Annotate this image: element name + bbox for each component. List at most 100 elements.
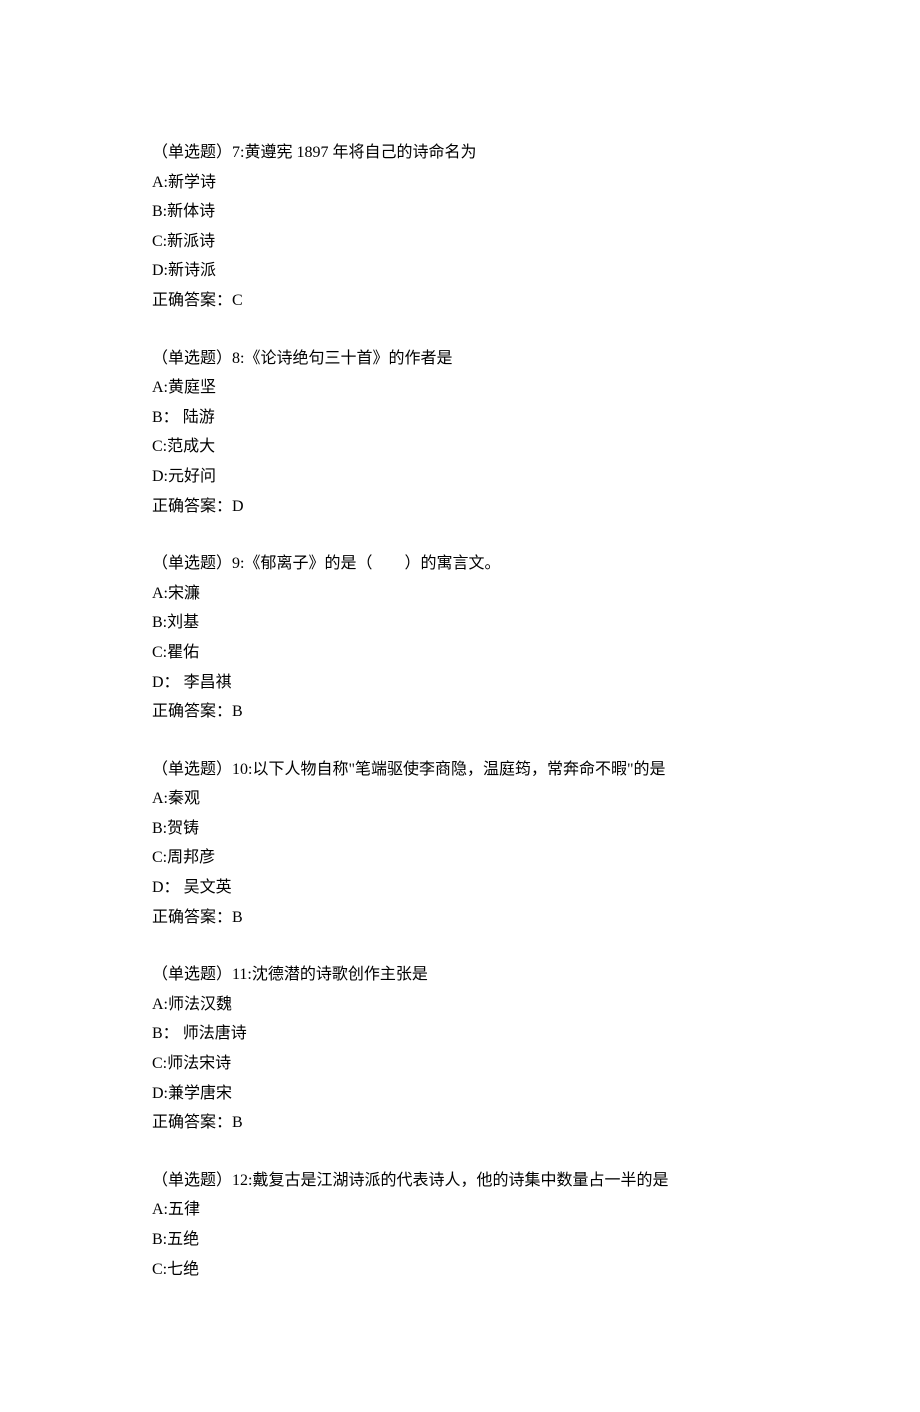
option-label: B：	[152, 1025, 179, 1042]
option-text: 七绝	[167, 1261, 199, 1278]
option-text: 宋濂	[168, 585, 200, 602]
option-text: 五律	[168, 1201, 200, 1218]
option-label: A:	[152, 174, 168, 191]
option-line: B:贺铸	[152, 814, 790, 844]
answer-line: 正确答案：B	[152, 903, 790, 933]
option-label: A:	[152, 1201, 168, 1218]
question-text: 《论诗绝句三十首》的作者是	[244, 350, 452, 367]
answer-line: 正确答案：C	[152, 286, 790, 316]
option-line: A:新学诗	[152, 168, 790, 198]
option-text: 陆游	[179, 409, 215, 426]
option-text: 刘基	[167, 614, 199, 631]
option-line: B:新体诗	[152, 197, 790, 227]
option-text: 师法宋诗	[167, 1055, 231, 1072]
option-line: C:瞿佑	[152, 638, 790, 668]
question-text: 以下人物自称"笔端驱使李商隐，温庭筠，常奔命不暇"的是	[252, 761, 665, 778]
question-prefix: （单选题）7:	[152, 144, 244, 161]
option-text: 元好问	[168, 468, 216, 485]
option-label: D:	[152, 262, 168, 279]
option-line: A:秦观	[152, 784, 790, 814]
question-prefix: （单选题）8:	[152, 350, 244, 367]
question-block: （单选题）11:沈德潜的诗歌创作主张是 A:师法汉魏 B： 师法唐诗 C:师法宋…	[152, 960, 790, 1138]
option-label: C:	[152, 644, 167, 661]
answer-label: 正确答案：	[152, 498, 232, 515]
question-line: （单选题）7:黄遵宪 1897 年将自己的诗命名为	[152, 138, 790, 168]
option-label: C:	[152, 849, 167, 866]
answer-label: 正确答案：	[152, 292, 232, 309]
option-label: D：	[152, 879, 180, 896]
question-text: 《郁离子》的是（ ）的寓言文。	[244, 555, 500, 572]
option-text: 师法唐诗	[179, 1025, 247, 1042]
question-text: 黄遵宪 1897 年将自己的诗命名为	[244, 144, 476, 161]
question-line: （单选题）11:沈德潜的诗歌创作主张是	[152, 960, 790, 990]
option-text: 贺铸	[167, 820, 199, 837]
option-label: B:	[152, 203, 167, 220]
question-block: （单选题）7:黄遵宪 1897 年将自己的诗命名为 A:新学诗 B:新体诗 C:…	[152, 138, 790, 316]
option-text: 李昌祺	[180, 674, 232, 691]
question-block: （单选题）9:《郁离子》的是（ ）的寓言文。 A:宋濂 B:刘基 C:瞿佑 D：…	[152, 549, 790, 727]
question-block: （单选题）12:戴复古是江湖诗派的代表诗人，他的诗集中数量占一半的是 A:五律 …	[152, 1166, 790, 1284]
option-text: 师法汉魏	[168, 996, 232, 1013]
option-line: B： 陆游	[152, 403, 790, 433]
option-label: D:	[152, 468, 168, 485]
option-text: 五绝	[167, 1231, 199, 1248]
answer-line: 正确答案：B	[152, 1108, 790, 1138]
option-text: 范成大	[167, 438, 215, 455]
question-prefix: （单选题）12:	[152, 1172, 252, 1189]
option-label: C:	[152, 1261, 167, 1278]
option-line: A:五律	[152, 1195, 790, 1225]
option-line: C:七绝	[152, 1255, 790, 1285]
question-line: （单选题）10:以下人物自称"笔端驱使李商隐，温庭筠，常奔命不暇"的是	[152, 755, 790, 785]
option-text: 新体诗	[167, 203, 215, 220]
answer-label: 正确答案：	[152, 909, 232, 926]
option-label: C:	[152, 1055, 167, 1072]
question-line: （单选题）9:《郁离子》的是（ ）的寓言文。	[152, 549, 790, 579]
answer-label: 正确答案：	[152, 1114, 232, 1131]
option-text: 黄庭坚	[168, 379, 216, 396]
option-label: D:	[152, 1085, 168, 1102]
option-text: 兼学唐宋	[168, 1085, 232, 1102]
option-label: A:	[152, 790, 168, 807]
option-line: B:五绝	[152, 1225, 790, 1255]
answer-line: 正确答案：B	[152, 697, 790, 727]
answer-value: C	[232, 292, 243, 309]
option-line: C:师法宋诗	[152, 1049, 790, 1079]
document-page: （单选题）7:黄遵宪 1897 年将自己的诗命名为 A:新学诗 B:新体诗 C:…	[0, 0, 920, 1412]
option-line: B： 师法唐诗	[152, 1019, 790, 1049]
question-prefix: （单选题）9:	[152, 555, 244, 572]
option-label: C:	[152, 233, 167, 250]
question-text: 沈德潜的诗歌创作主张是	[252, 966, 428, 983]
option-line: D:元好问	[152, 462, 790, 492]
option-line: A:师法汉魏	[152, 990, 790, 1020]
question-block: （单选题）10:以下人物自称"笔端驱使李商隐，温庭筠，常奔命不暇"的是 A:秦观…	[152, 755, 790, 933]
option-line: D： 吴文英	[152, 873, 790, 903]
option-text: 新学诗	[168, 174, 216, 191]
option-line: D:新诗派	[152, 256, 790, 286]
question-prefix: （单选题）10:	[152, 761, 252, 778]
answer-value: B	[232, 909, 243, 926]
option-text: 瞿佑	[167, 644, 199, 661]
answer-value: B	[232, 703, 243, 720]
answer-value: D	[232, 498, 244, 515]
option-label: A:	[152, 996, 168, 1013]
question-block: （单选题）8:《论诗绝句三十首》的作者是 A:黄庭坚 B： 陆游 C:范成大 D…	[152, 344, 790, 522]
option-line: A:宋濂	[152, 579, 790, 609]
option-line: C:范成大	[152, 432, 790, 462]
option-label: D：	[152, 674, 180, 691]
option-line: B:刘基	[152, 608, 790, 638]
option-text: 吴文英	[180, 879, 232, 896]
option-label: B：	[152, 409, 179, 426]
option-label: B:	[152, 820, 167, 837]
option-label: B:	[152, 1231, 167, 1248]
question-line: （单选题）8:《论诗绝句三十首》的作者是	[152, 344, 790, 374]
option-line: C:周邦彦	[152, 843, 790, 873]
option-line: D:兼学唐宋	[152, 1079, 790, 1109]
option-text: 秦观	[168, 790, 200, 807]
option-label: A:	[152, 379, 168, 396]
option-line: D： 李昌祺	[152, 668, 790, 698]
option-line: A:黄庭坚	[152, 373, 790, 403]
question-prefix: （单选题）11:	[152, 966, 252, 983]
option-text: 新派诗	[167, 233, 215, 250]
option-label: C:	[152, 438, 167, 455]
option-text: 新诗派	[168, 262, 216, 279]
